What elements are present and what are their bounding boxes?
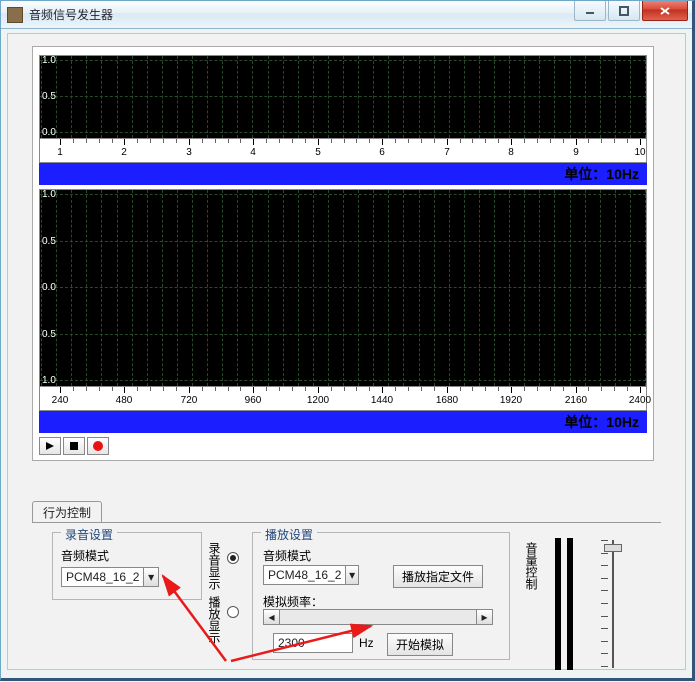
x-tick-label: 2400 <box>629 395 651 406</box>
vu-meter-left <box>555 538 561 670</box>
minimize-icon <box>585 6 595 16</box>
sim-freq-unit: Hz <box>359 636 374 650</box>
transport-controls <box>39 437 109 455</box>
y-tick-label: 0.0 <box>42 283 56 293</box>
play-mode-value: PCM48_16_2 <box>264 568 345 582</box>
play-button[interactable] <box>39 437 61 455</box>
scope-bottom-unitbar: 单位：10Hz <box>39 411 647 433</box>
window-minimize-button[interactable] <box>574 1 606 21</box>
scroll-right-icon[interactable]: ▸ <box>476 610 492 624</box>
play-mode-combo[interactable]: PCM48_16_2 ▾ <box>263 565 359 585</box>
close-icon <box>659 6 671 16</box>
tab-behavior[interactable]: 行为控制 <box>32 501 102 523</box>
window-maximize-button[interactable] <box>608 1 640 21</box>
record-mode-combo[interactable]: PCM48_16_2 ▾ <box>61 567 159 587</box>
stop-icon <box>69 441 79 451</box>
play-display-label: 播放显示 <box>206 596 223 644</box>
x-tick-label: 240 <box>52 395 69 406</box>
y-tick-label: 1.0 <box>42 376 56 386</box>
window-title: 音频信号发生器 <box>29 6 113 23</box>
record-mode-value: PCM48_16_2 <box>62 570 143 584</box>
window-close-button[interactable] <box>642 1 688 21</box>
chevron-down-icon: ▾ <box>345 566 358 584</box>
start-sim-button[interactable]: 开始模拟 <box>387 633 453 656</box>
scope-top-unit-label: 单位：10Hz <box>564 164 639 184</box>
x-tick-label: 1680 <box>436 395 458 406</box>
playback-settings-group: 播放设置 音频模式 PCM48_16_2 ▾ 播放指定文件 模拟频率： ◂ ▸ … <box>252 532 510 660</box>
x-tick-label: 1920 <box>500 395 522 406</box>
sim-freq-input[interactable]: 2300 <box>273 633 353 653</box>
y-tick-label: 1.0 <box>42 190 56 200</box>
scope-top-ruler: 1 2 3 4 5 6 7 8 9 10 <box>39 139 647 163</box>
x-tick-label: 6 <box>379 147 385 158</box>
x-tick-label: 480 <box>116 395 133 406</box>
volume-panel: 音量控制 <box>523 534 653 674</box>
scroll-left-icon[interactable]: ◂ <box>264 610 280 624</box>
volume-label: 音量控制 <box>523 542 540 590</box>
maximize-icon <box>619 6 629 16</box>
sim-freq-scrollbar[interactable]: ◂ ▸ <box>263 609 493 625</box>
slider-thumb[interactable] <box>604 544 622 552</box>
record-settings-legend: 录音设置 <box>61 526 117 543</box>
x-tick-label: 1200 <box>307 395 329 406</box>
volume-slider[interactable] <box>601 540 625 668</box>
x-tick-label: 720 <box>181 395 198 406</box>
scope-bottom-unit-label: 单位：10Hz <box>564 412 639 432</box>
tabstrip: 行为控制 <box>32 503 102 523</box>
sim-freq-label: 模拟频率： <box>263 593 323 610</box>
scope-bottom: 1.0 0.5 0.0 0.5 1.0 <box>39 189 647 387</box>
vu-meter-right <box>567 538 573 670</box>
scope-top: 1.0 0.5 0.0 <box>39 55 647 139</box>
play-mode-label: 音频模式 <box>263 547 311 564</box>
y-tick-label: 0.0 <box>42 128 56 138</box>
x-tick-label: 9 <box>573 147 579 158</box>
x-tick-label: 3 <box>186 147 192 158</box>
record-display-radio[interactable] <box>227 552 239 564</box>
play-display-radio[interactable] <box>227 606 239 618</box>
x-tick-label: 10 <box>634 147 645 158</box>
play-icon <box>45 441 55 451</box>
x-tick-label: 1 <box>57 147 63 158</box>
y-tick-label: 1.0 <box>42 56 56 66</box>
y-tick-label: 0.5 <box>42 237 56 247</box>
record-mode-label: 音频模式 <box>61 547 109 564</box>
x-tick-label: 5 <box>315 147 321 158</box>
record-button[interactable] <box>87 437 109 455</box>
x-tick-label: 2160 <box>565 395 587 406</box>
display-toggle: 录音显示 播放显示 <box>206 542 242 644</box>
playback-settings-legend: 播放设置 <box>261 526 317 543</box>
x-tick-label: 8 <box>508 147 514 158</box>
client-area: 1.0 0.5 0.0 1 2 3 4 5 6 7 8 9 10 单位：10Hz 1.0 0.5 0.0 0… <box>7 33 686 670</box>
scroll-track[interactable] <box>280 610 476 624</box>
tabstrip-underline <box>32 522 661 523</box>
slider-rail <box>612 540 614 668</box>
x-tick-label: 4 <box>250 147 256 158</box>
window-controls <box>574 1 692 28</box>
play-file-button[interactable]: 播放指定文件 <box>393 565 483 588</box>
y-tick-label: 0.5 <box>42 92 56 102</box>
x-tick-label: 1440 <box>371 395 393 406</box>
x-tick-label: 2 <box>121 147 127 158</box>
app-icon <box>7 7 23 23</box>
x-tick-label: 7 <box>444 147 450 158</box>
record-settings-group: 录音设置 音频模式 PCM48_16_2 ▾ <box>52 532 202 600</box>
chevron-down-icon: ▾ <box>143 568 158 586</box>
y-tick-label: 0.5 <box>42 330 56 340</box>
scope-panel: 1.0 0.5 0.0 1 2 3 4 5 6 7 8 9 10 单位：10Hz 1.0 0.5 0.0 0… <box>32 46 654 461</box>
sim-freq-value: 2300 <box>278 636 305 650</box>
scope-top-unitbar: 单位：10Hz <box>39 163 647 185</box>
scope-bottom-ruler: 240480720960120014401680192021602400 <box>39 387 647 411</box>
x-tick-label: 960 <box>245 395 262 406</box>
record-display-label: 录音显示 <box>206 542 223 590</box>
stop-button[interactable] <box>63 437 85 455</box>
window-titlebar: 音频信号发生器 <box>1 1 692 29</box>
